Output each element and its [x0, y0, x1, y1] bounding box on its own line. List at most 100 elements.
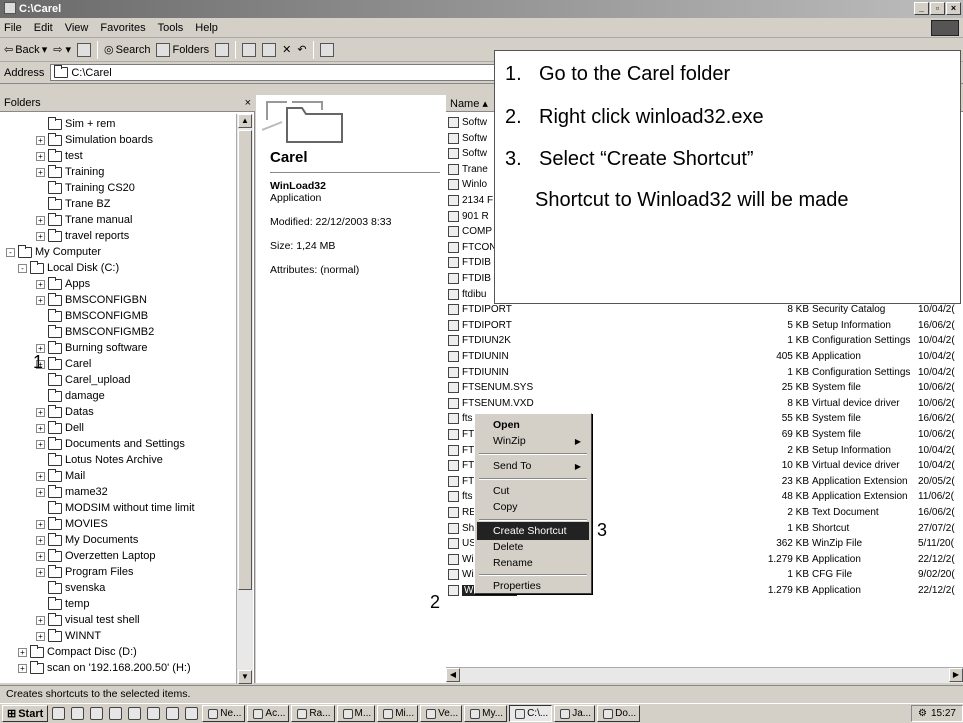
menu-item-send-to[interactable]: Send To ▶ — [477, 457, 589, 475]
minimize-button[interactable]: _ — [914, 2, 929, 15]
taskbar-button[interactable]: Ne... — [202, 705, 246, 722]
collapse-icon[interactable]: - — [18, 263, 27, 273]
tree-item[interactable]: + mame32 — [36, 484, 108, 500]
collapse-icon[interactable]: - — [6, 247, 15, 257]
tree-item[interactable]: - Local Disk (C:) — [18, 260, 119, 276]
file-row[interactable]: FTDIPORT 5 KB Setup Information 16/06/2( — [446, 318, 963, 333]
undo-icon[interactable]: ↶ — [297, 43, 306, 56]
back-button[interactable]: ⇦ Back ▾ — [4, 43, 47, 57]
tree-item[interactable]: + Carel — [36, 356, 91, 372]
tree-item[interactable]: + Mail — [36, 468, 85, 484]
expand-icon[interactable]: + — [36, 151, 45, 161]
scroll-right-icon[interactable]: ▶ — [949, 668, 963, 682]
tree-item[interactable]: + Documents and Settings — [36, 436, 185, 452]
move-to-icon[interactable] — [242, 42, 257, 57]
tree-item[interactable]: + scan on '192.168.200.50' (H:) — [18, 660, 191, 676]
tree-item[interactable]: + visual test shell — [36, 612, 140, 628]
address-input[interactable]: C:\Carel — [50, 64, 511, 81]
taskbar-button[interactable]: Mi... — [377, 705, 419, 722]
tree-item[interactable]: + Datas — [36, 404, 94, 420]
scroll-thumb[interactable] — [238, 130, 252, 590]
quicklaunch-desktop-icon[interactable] — [52, 707, 66, 720]
menu-item-rename[interactable]: Rename — [477, 554, 589, 572]
expand-icon[interactable]: + — [18, 647, 27, 657]
tree-item[interactable]: Trane BZ — [36, 196, 110, 212]
maximize-button[interactable]: ▫ — [930, 2, 945, 15]
tree-item[interactable]: + Training — [36, 164, 104, 180]
expand-icon[interactable]: + — [36, 215, 45, 225]
folders-pane-close-icon[interactable]: × — [245, 97, 251, 109]
file-list-hscrollbar[interactable]: ◀ ▶ — [446, 667, 963, 683]
search-button[interactable]: ◎ Search — [104, 43, 150, 57]
tree-item[interactable]: + Compact Disc (D:) — [18, 644, 137, 660]
expand-icon[interactable]: + — [36, 295, 45, 305]
quicklaunch-app-icon[interactable] — [109, 707, 123, 720]
tree-item[interactable]: + Apps — [36, 276, 90, 292]
tree-item[interactable]: + Overzetten Laptop — [36, 548, 156, 564]
quicklaunch-media-icon[interactable] — [90, 707, 104, 720]
quicklaunch-ie-icon[interactable] — [71, 707, 85, 720]
tree-item[interactable]: + Trane manual — [36, 212, 132, 228]
tray-icon[interactable]: ⚙ — [918, 708, 927, 719]
close-button[interactable]: × — [946, 2, 961, 15]
expand-icon[interactable]: + — [36, 423, 45, 433]
expand-icon[interactable]: + — [36, 167, 45, 177]
tree-item[interactable]: MODSIM without time limit — [36, 500, 195, 516]
up-folder-icon[interactable] — [77, 42, 92, 57]
tree-item[interactable]: + travel reports — [36, 228, 129, 244]
expand-icon[interactable]: + — [36, 439, 45, 449]
tree-item[interactable]: Carel_upload — [36, 372, 130, 388]
history-icon[interactable] — [215, 42, 230, 57]
copy-to-icon[interactable] — [262, 42, 277, 57]
file-row[interactable]: FTDIUNIN 1 KB Configuration Settings 10/04/… — [446, 365, 963, 380]
tree-item[interactable]: - My Computer — [6, 244, 101, 260]
file-row[interactable]: FTDIPORT 8 KB Security Catalog 10/04/2( — [446, 302, 963, 317]
folder-tree-scrollbar[interactable]: ▲ ▼ — [236, 114, 253, 684]
tree-item[interactable]: svenska — [36, 580, 105, 596]
menu-item-copy[interactable]: Copy — [477, 498, 589, 516]
expand-icon[interactable]: + — [36, 407, 45, 417]
menu-item-winzip[interactable]: WinZip ▶ — [477, 432, 589, 450]
tree-item[interactable]: + Program Files — [36, 564, 133, 580]
taskbar-button[interactable]: Ja... — [554, 705, 596, 722]
taskbar-button[interactable]: Ve... — [420, 705, 463, 722]
expand-icon[interactable]: + — [36, 551, 45, 561]
tree-item[interactable]: + BMSCONFIGBN — [36, 292, 147, 308]
expand-icon[interactable]: + — [18, 663, 27, 673]
expand-icon[interactable]: + — [36, 231, 45, 241]
menu-favorites[interactable]: Favorites — [100, 22, 145, 34]
scroll-up-icon[interactable]: ▲ — [238, 114, 252, 128]
taskbar-button[interactable]: Ra... — [291, 705, 335, 722]
delete-icon[interactable]: ✕ — [282, 43, 291, 56]
folders-button[interactable]: Folders — [156, 42, 209, 57]
tree-item[interactable]: + test — [36, 148, 83, 164]
quicklaunch-excel-icon[interactable] — [166, 707, 180, 720]
tree-item[interactable]: + Dell — [36, 420, 84, 436]
tree-item[interactable]: + My Documents — [36, 532, 138, 548]
menu-edit[interactable]: Edit — [34, 22, 53, 34]
tree-item[interactable]: BMSCONFIGMB2 — [36, 324, 154, 340]
taskbar-button[interactable]: Do... — [597, 705, 641, 722]
scroll-left-icon[interactable]: ◀ — [446, 668, 460, 682]
file-row[interactable]: FTDIUNIN 405 KB Application 10/04/2( — [446, 349, 963, 364]
quicklaunch-word-icon[interactable] — [128, 707, 142, 720]
quicklaunch-app-icon[interactable] — [185, 707, 199, 720]
taskbar-button[interactable]: My... — [464, 705, 508, 722]
tree-item[interactable]: damage — [36, 388, 105, 404]
expand-icon[interactable]: + — [36, 615, 45, 625]
taskbar-button[interactable]: M... — [336, 705, 376, 722]
file-row[interactable]: FTSENUM.VXD 8 KB Virtual device driver 10/0… — [446, 396, 963, 411]
views-icon[interactable] — [319, 42, 334, 57]
file-row[interactable]: FTDIUN2K 1 KB Configuration Settings 10/04/… — [446, 333, 963, 348]
tree-item[interactable]: + WINNT — [36, 628, 101, 644]
expand-icon[interactable]: + — [36, 135, 45, 145]
tree-item[interactable]: Training CS20 — [36, 180, 135, 196]
expand-icon[interactable]: + — [36, 567, 45, 577]
tree-item[interactable]: + Burning software — [36, 340, 148, 356]
expand-icon[interactable]: + — [36, 279, 45, 289]
tree-item[interactable]: temp — [36, 596, 89, 612]
expand-icon[interactable]: + — [36, 535, 45, 545]
file-row[interactable]: FTSENUM.SYS 25 KB System file 10/06/2( — [446, 380, 963, 395]
tree-item[interactable]: BMSCONFIGMB — [36, 308, 148, 324]
taskbar-button[interactable]: C:\... — [509, 705, 553, 722]
